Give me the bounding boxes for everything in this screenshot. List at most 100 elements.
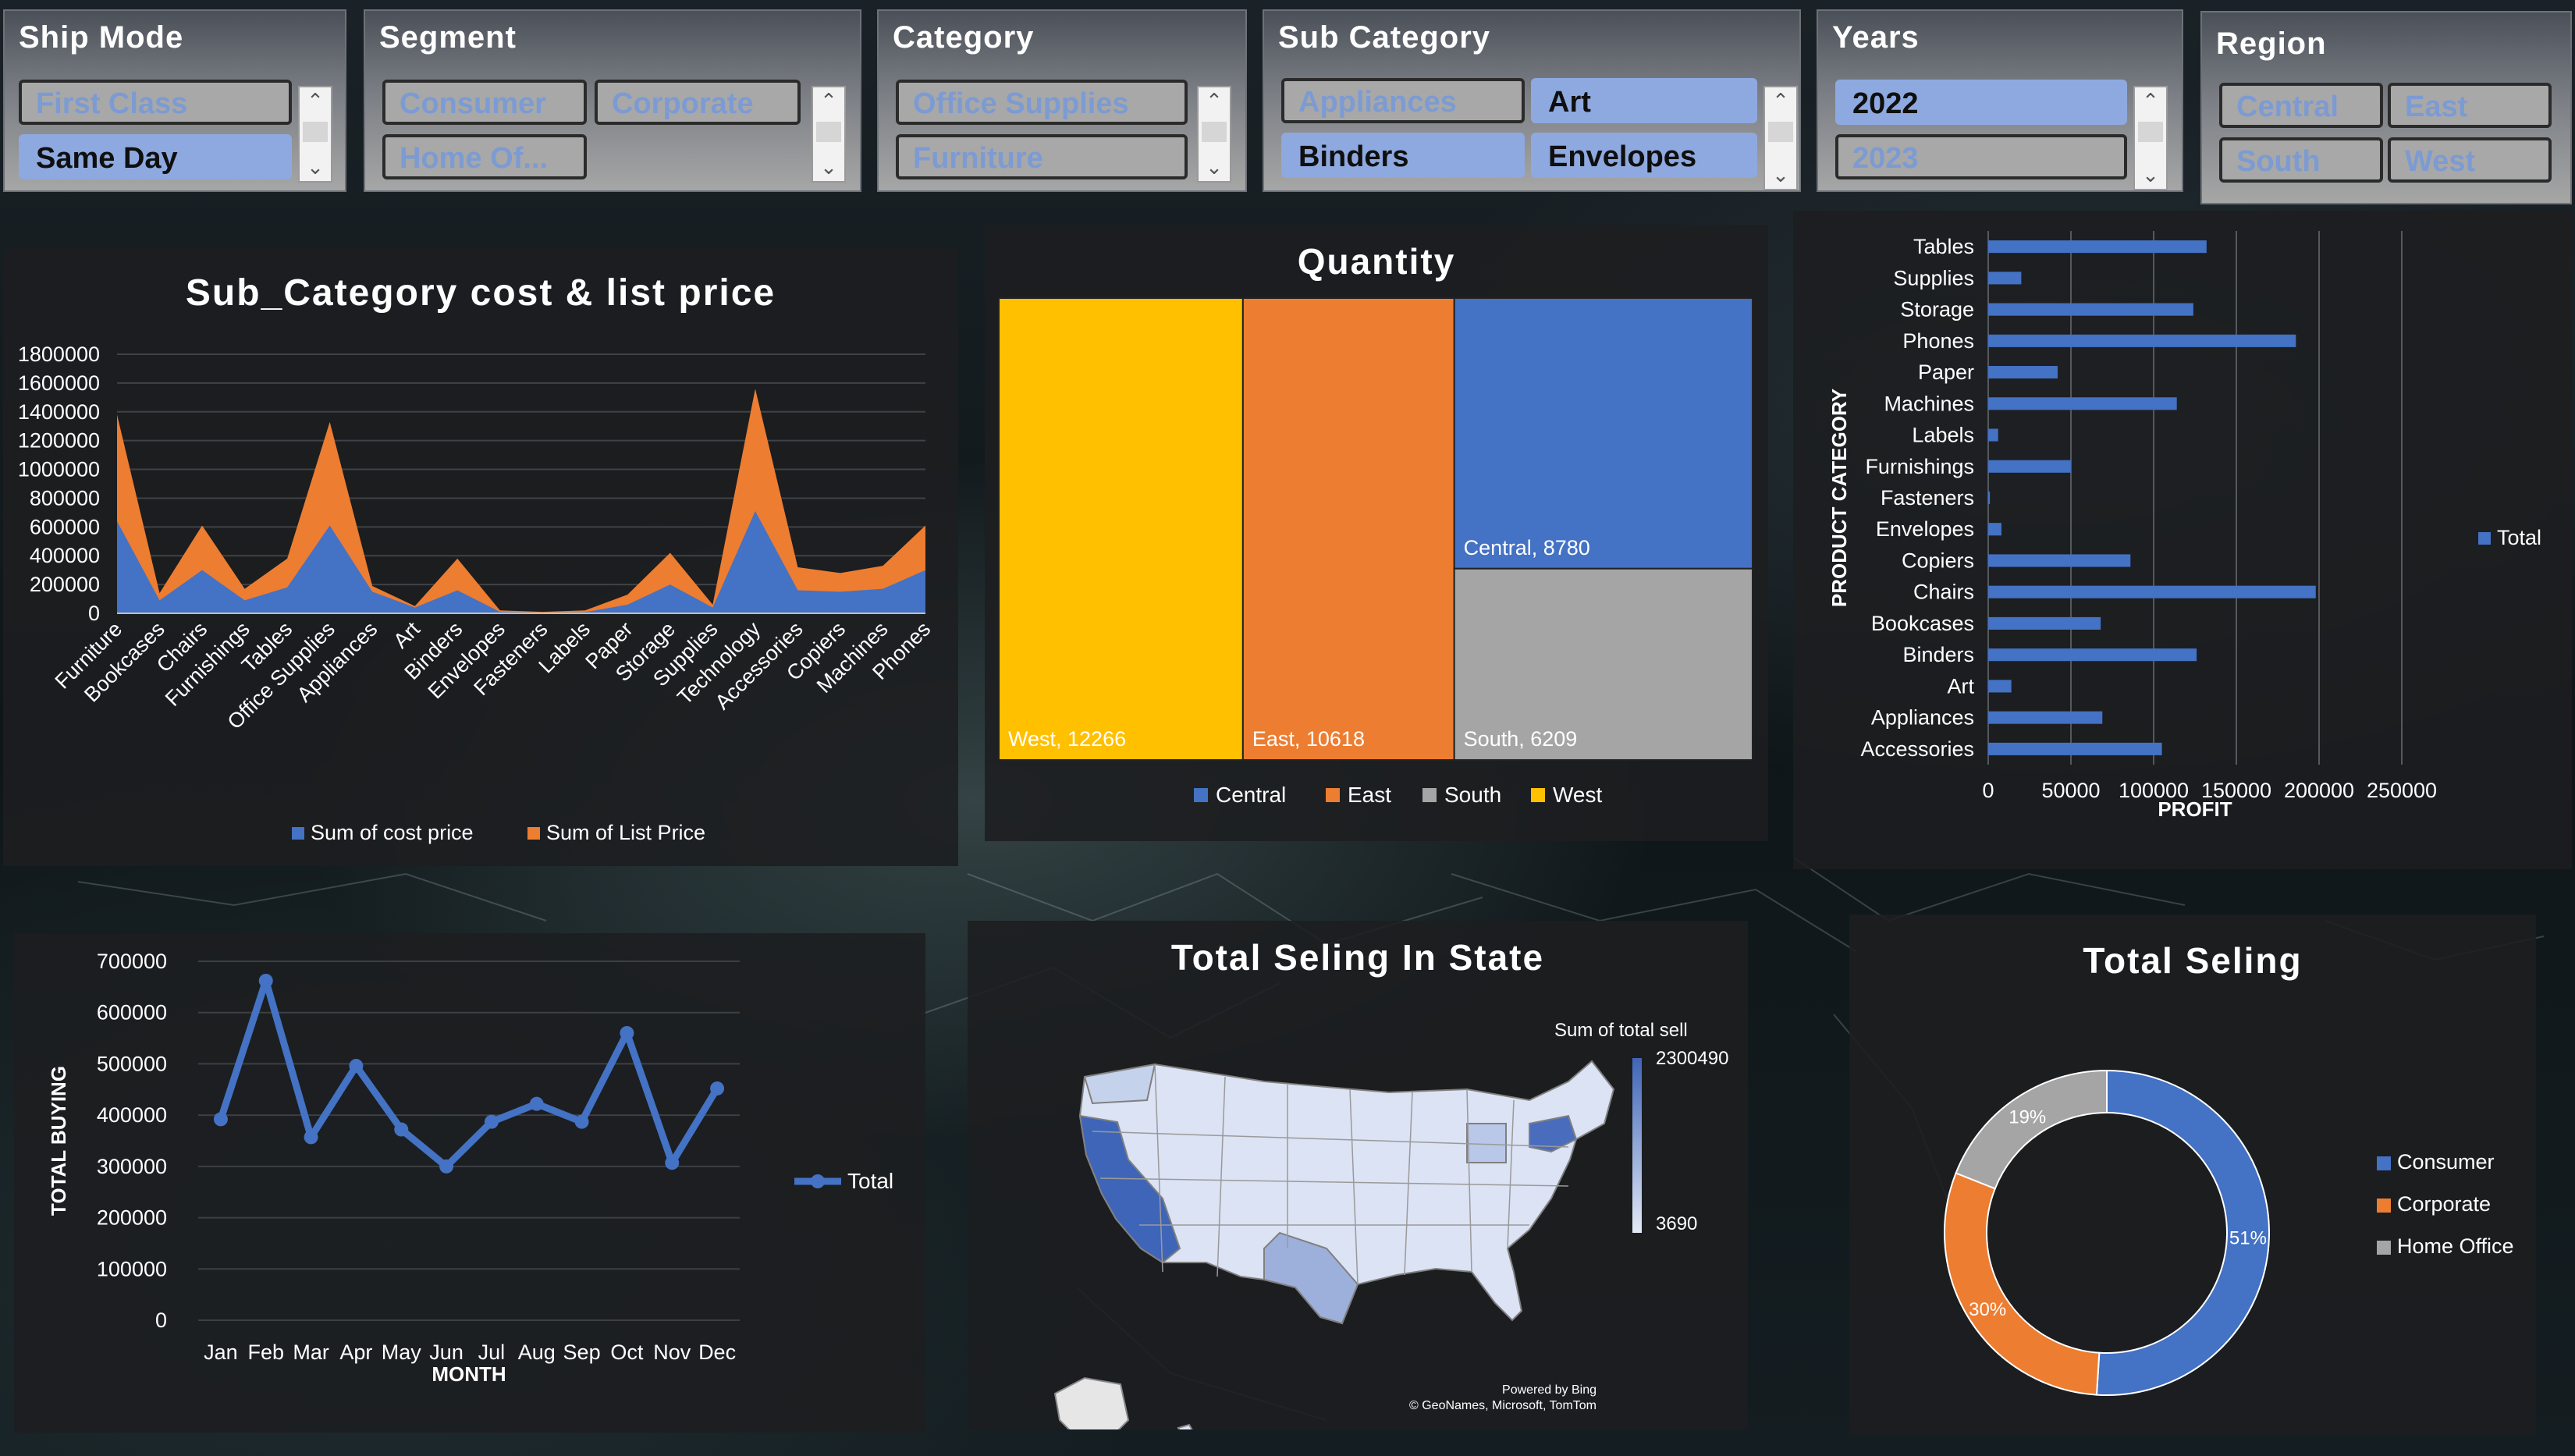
y-tick-label: 600000 [30,515,100,538]
donut-slice [1955,1069,2108,1190]
scroll-thumb[interactable] [303,122,328,142]
slicer-item[interactable]: South [2219,137,2383,183]
slicer-item[interactable]: Furniture [896,134,1188,179]
data-point [665,1156,680,1170]
area-chart-canvas: 1800000 1600000 1400000 1200000 1000000 80000… [18,343,935,844]
scroll-down-icon[interactable]: ⌄ [813,155,844,179]
y-tick-label: 1600000 [18,371,100,395]
slice-label: 30% [1969,1299,2006,1320]
bar [1988,585,2316,598]
slicer-item[interactable]: Consumer [382,80,587,125]
scroll-down-icon[interactable]: ⌄ [2135,163,2166,187]
slicer-item[interactable]: Corporate [595,80,801,125]
scroll-up-icon[interactable]: ⌃ [300,89,331,113]
slicer-ship-mode: Ship Mode First Class Same Day ⌃ ⌄ [3,9,346,192]
data-point [258,973,273,988]
x-tick-label: Oct [610,1341,644,1364]
map-attribution: © GeoNames, Microsoft, TomTom [1409,1399,1596,1412]
map-canvas[interactable]: Sum of total sell 2300490 3690 Powered by B… [968,921,1748,1429]
slicer-item[interactable]: Appliances [1281,78,1525,123]
map-attribution: Powered by Bing [1502,1383,1596,1397]
data-point [304,1130,318,1145]
y-axis-title: PRODUCT CATEGORY [1827,389,1851,607]
slicer-item[interactable]: East [2388,83,2552,128]
y-tick-label: Machines [1884,392,1974,415]
washington-state[interactable] [1083,1063,1156,1105]
scroll-up-icon[interactable]: ⌃ [813,89,844,113]
bar [1988,711,2103,724]
slicer-title: Years [1832,20,1920,55]
legend-swatch [1531,788,1545,802]
slicer-item[interactable]: West [2388,137,2552,183]
slicer-years: Years 2022 2023 ⌃ ⌄ [1817,9,2183,192]
map-legend-max: 2300490 [1656,1048,1728,1069]
legend-swatch [527,827,540,840]
x-axis-title: PROFIT [2158,797,2232,821]
slicer-scrollbar[interactable]: ⌃ ⌄ [812,86,846,183]
slicer-item[interactable]: Home Of... [382,134,587,179]
segment-donut-chart: Total Seling 51% 30% 19% Consumer Corporate H… [1849,914,2536,1436]
legend-label: Corporate [2397,1192,2491,1216]
slicer-item[interactable]: Binders [1281,133,1525,178]
slicer-item[interactable]: First Class [19,80,292,125]
slicer-scrollbar[interactable]: ⌃ ⌄ [1197,86,1231,183]
bar [1988,240,2207,254]
y-tick-label: 1800000 [18,343,100,366]
scroll-thumb[interactable] [2138,122,2163,142]
legend-marker [811,1174,825,1188]
slicer-item[interactable]: Same Day [19,134,292,179]
scroll-down-icon[interactable]: ⌄ [1199,155,1230,179]
y-tick-label: Appliances [1871,706,1974,730]
slicer-title: Ship Mode [19,20,184,55]
legend-swatch [1194,788,1208,802]
tile-label: Central, 8780 [1464,536,1590,559]
scroll-thumb[interactable] [1202,122,1227,142]
cost-list-price-chart: Sub_Category cost & list price 1800000 16… [3,248,958,866]
x-tick-label: Jun [429,1341,464,1364]
alaska-state [1053,1376,1130,1429]
y-tick-label: 600000 [97,1001,167,1025]
illinois-state[interactable] [1466,1123,1507,1163]
bar [1988,460,2071,473]
scroll-thumb[interactable] [816,122,841,142]
slicer-item[interactable]: 2022 [1835,80,2127,125]
slicer-item[interactable]: 2023 [1835,134,2127,179]
scroll-up-icon[interactable]: ⌃ [1765,89,1796,113]
y-tick-label: 200000 [97,1206,167,1230]
y-tick-label: 700000 [97,950,167,973]
bar-chart-canvas: 0 50000 100000 150000 200000 250000TablesSupp… [1827,231,2541,821]
x-tick-label: Jan [204,1341,238,1364]
slicer-scrollbar[interactable]: ⌃ ⌄ [1763,86,1798,190]
x-tick-label: Jul [478,1341,506,1364]
x-tick-label: Aug [518,1341,556,1364]
slicer-scrollbar[interactable]: ⌃ ⌄ [2133,86,2168,190]
y-tick-label: Phones [1902,329,1974,353]
scroll-down-icon[interactable]: ⌄ [1765,163,1796,187]
y-tick-label: Chairs [1913,581,1974,604]
scroll-up-icon[interactable]: ⌃ [1199,89,1230,113]
x-tick-label: 0 [1982,779,1994,802]
y-tick-label: Envelopes [1876,517,1974,541]
data-point [213,1112,228,1127]
slicer-item[interactable]: Envelopes [1531,133,1757,178]
y-tick-label: 200000 [30,573,100,596]
y-tick-label: 800000 [30,486,100,510]
slicer-item[interactable]: Central [2219,83,2383,128]
slicer-scrollbar[interactable]: ⌃ ⌄ [298,86,332,183]
x-tick-label: Feb [247,1341,284,1364]
y-tick-label: 0 [155,1309,167,1332]
scroll-thumb[interactable] [1768,122,1793,142]
y-tick-label: Supplies [1893,266,1974,289]
legend-label: Total [847,1169,893,1193]
slicer-title: Sub Category [1278,20,1491,55]
scroll-up-icon[interactable]: ⌃ [2135,89,2166,113]
scroll-down-icon[interactable]: ⌄ [300,155,331,179]
x-tick-label: 200000 [2284,779,2354,802]
legend-label: West [1553,783,1602,807]
slicer-item[interactable]: Art [1531,78,1757,123]
x-tick-label: 50000 [2041,779,2100,802]
us-map [1078,1060,1615,1325]
slicer-item[interactable]: Office Supplies [896,80,1188,125]
legend-swatch [2377,1241,2391,1255]
data-point [620,1026,634,1040]
